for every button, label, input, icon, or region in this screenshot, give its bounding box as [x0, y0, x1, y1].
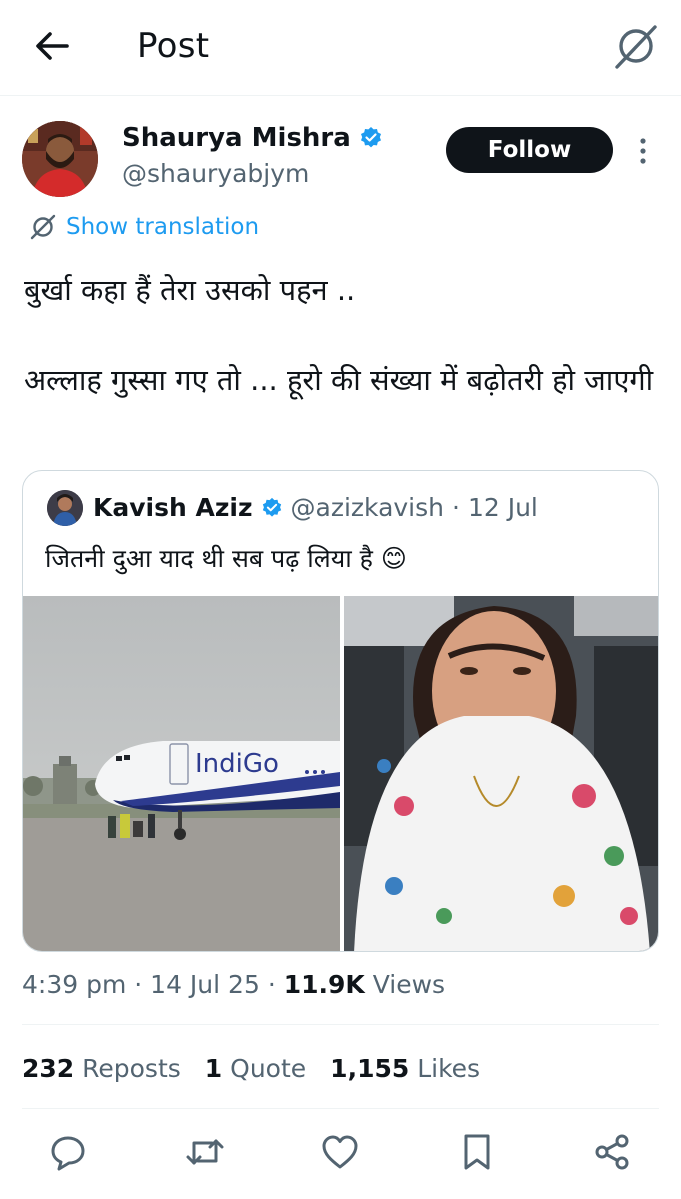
quoted-image-selfie[interactable] — [344, 596, 658, 951]
post-text-line: बुर्खा कहा हैं तेरा उसको पहन .. — [24, 273, 356, 307]
arrow-left-icon — [36, 32, 69, 60]
reposts-label: Reposts — [82, 1054, 181, 1083]
bookmark-button[interactable] — [455, 1130, 499, 1174]
bookmark-icon — [464, 1134, 490, 1170]
separator-dot: · — [134, 970, 143, 999]
likes-count: 1,155 — [330, 1054, 410, 1083]
reposts-count: 232 — [22, 1054, 75, 1083]
author-handle[interactable]: @shauryabjym — [122, 157, 309, 191]
author-name-row[interactable]: Shaurya Mishra — [122, 121, 383, 155]
like-button[interactable] — [318, 1130, 362, 1174]
heart-icon — [322, 1135, 358, 1169]
top-bar: Post — [0, 0, 681, 96]
post-timestamp: 4:39 pm · 14 Jul 25 · 11.9K Views — [22, 966, 445, 1004]
quoted-author-avatar — [47, 490, 83, 526]
quoted-header: Kavish Aziz @azizkavish · 12 Jul — [93, 489, 538, 527]
verified-badge-icon — [262, 497, 281, 517]
share-button[interactable] — [590, 1130, 634, 1174]
translate-icon — [30, 214, 56, 240]
quotes-stat[interactable]: 1 Quote — [205, 1050, 306, 1088]
post-time: 4:39 pm — [22, 970, 127, 999]
quotes-label: Quote — [230, 1054, 307, 1083]
more-options-button[interactable] — [628, 131, 658, 171]
divider — [22, 1108, 659, 1109]
back-button[interactable] — [30, 24, 74, 68]
reposts-stat[interactable]: 232 Reposts — [22, 1050, 181, 1088]
separator-dot: · — [267, 970, 276, 999]
quotes-count: 1 — [204, 1054, 223, 1083]
reply-icon — [51, 1136, 85, 1171]
quoted-date: 12 Jul — [467, 493, 538, 522]
divider — [22, 1024, 659, 1025]
show-translation-link[interactable]: Show translation — [30, 210, 259, 244]
separator-dot: · — [452, 493, 460, 522]
airline-logo-text: IndiGo — [195, 749, 279, 779]
post-text: बुर्खा कहा हैं तेरा उसको पहन .. अल्लाह ग… — [24, 268, 654, 403]
post-text-line: अल्लाह गुस्सा गए तो ... हूरो की संख्या म… — [24, 363, 654, 397]
repost-icon — [186, 1139, 224, 1165]
page-title: Post — [137, 26, 210, 66]
translate-button[interactable] — [612, 22, 660, 70]
quoted-image-airplane[interactable]: IndiGo — [23, 596, 340, 951]
likes-label: Likes — [417, 1054, 481, 1083]
likes-stat[interactable]: 1,155 Likes — [330, 1050, 480, 1088]
more-vertical-icon — [640, 138, 646, 164]
follow-button[interactable]: Follow — [446, 127, 613, 173]
share-icon — [595, 1134, 629, 1170]
quoted-text: जितनी दुआ याद थी सब पढ़ लिया है 😊 — [45, 544, 407, 573]
author-name[interactable]: Shaurya Mishra — [122, 121, 351, 155]
engagement-stats: 232 Reposts 1 Quote 1,155 Likes — [22, 1050, 480, 1088]
repost-button[interactable] — [183, 1130, 227, 1174]
translate-icon — [615, 25, 657, 69]
reply-button[interactable] — [46, 1130, 90, 1174]
show-translation-label[interactable]: Show translation — [66, 210, 259, 244]
post-date: 14 Jul 25 — [150, 970, 260, 999]
quoted-author-name: Kavish Aziz — [93, 493, 253, 522]
quoted-post[interactable]: Kavish Aziz @azizkavish · 12 Jul जितनी द… — [22, 470, 659, 952]
quoted-author-handle: @azizkavish — [290, 493, 444, 522]
author-avatar[interactable] — [22, 121, 98, 197]
views-label: Views — [372, 970, 446, 999]
views-count: 11.9K — [283, 970, 365, 999]
verified-badge-icon — [360, 127, 381, 148]
